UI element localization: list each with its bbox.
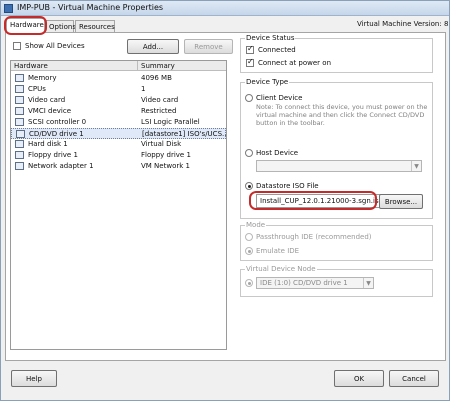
device-status-group: Device Status Connected Connect at power… <box>240 34 433 73</box>
title-bar[interactable]: IMP-PUB - Virtual Machine Properties <box>1 1 449 16</box>
column-header-hardware[interactable]: Hardware <box>14 62 48 70</box>
show-all-devices-checkbox[interactable] <box>13 42 21 50</box>
row-hardware: Floppy drive 1 <box>28 151 78 159</box>
row-hardware: CD/DVD drive 1 <box>29 130 84 138</box>
datastore-iso-radio[interactable] <box>245 182 253 190</box>
device-type-legend: Device Type <box>245 78 290 86</box>
video-card-icon <box>15 96 24 104</box>
device-type-group: Device Type Client Device Note: To conne… <box>240 78 433 219</box>
hard-disk-icon <box>15 140 24 148</box>
row-hardware: VMCI device <box>28 107 71 115</box>
connected-checkbox[interactable] <box>246 44 254 54</box>
passthrough-ide-label: Passthrough IDE (recommended) <box>256 233 372 241</box>
row-hardware: SCSI controller 0 <box>28 118 87 126</box>
row-hardware: CPUs <box>28 85 46 93</box>
row-hardware: Memory <box>28 74 57 82</box>
remove-device-button[interactable]: Remove <box>184 39 233 54</box>
virtual-device-node-group: Virtual Device Node IDE (1:0) CD/DVD dri… <box>240 265 433 297</box>
row-summary: Restricted <box>141 107 177 115</box>
table-row[interactable]: CPUs 1 <box>11 84 226 95</box>
column-header-summary[interactable]: Summary <box>141 62 175 70</box>
cancel-button[interactable]: Cancel <box>389 370 439 387</box>
table-row[interactable]: SCSI controller 0 LSI Logic Parallel <box>11 117 226 128</box>
emulate-ide-radio[interactable] <box>245 247 253 255</box>
row-summary: LSI Logic Parallel <box>141 118 200 126</box>
cpu-icon <box>15 85 24 93</box>
chevron-down-icon: ▼ <box>411 161 421 171</box>
connect-at-power-on-checkbox[interactable] <box>246 57 254 67</box>
row-summary: Video card <box>141 96 179 104</box>
scsi-controller-icon <box>15 118 24 126</box>
column-divider[interactable] <box>137 61 138 71</box>
row-summary: 1 <box>141 85 146 93</box>
row-summary: Floppy drive 1 <box>141 151 191 159</box>
table-row[interactable]: Network adapter 1 VM Network 1 <box>11 161 226 172</box>
table-row[interactable]: Memory 4096 MB <box>11 73 226 84</box>
vm-version-label: Virtual Machine Version: 8 <box>357 20 449 28</box>
client-device-label: Client Device <box>256 94 303 102</box>
ok-button[interactable]: OK <box>334 370 384 387</box>
show-all-devices-label: Show All Devices <box>25 42 85 50</box>
vm-properties-window: IMP-PUB - Virtual Machine Properties Vir… <box>0 0 450 401</box>
datastore-iso-label: Datastore ISO File <box>256 182 319 190</box>
chevron-down-icon: ▼ <box>363 278 373 288</box>
table-row-selected[interactable]: CD/DVD drive 1 [datastore1] ISO's/UCS... <box>11 128 226 139</box>
host-device-label: Host Device <box>256 149 299 157</box>
virtual-device-node-legend: Virtual Device Node <box>245 265 317 273</box>
browse-button[interactable]: Browse... <box>379 194 423 209</box>
floppy-drive-icon <box>15 151 24 159</box>
row-summary: [datastore1] ISO's/UCS... <box>142 130 226 138</box>
connected-label: Connected <box>258 46 296 54</box>
host-device-select[interactable]: ▼ <box>256 160 422 172</box>
memory-icon <box>15 74 24 82</box>
passthrough-ide-radio[interactable] <box>245 233 253 241</box>
virtual-device-node-radio[interactable] <box>245 279 253 287</box>
table-row[interactable]: Floppy drive 1 Floppy drive 1 <box>11 150 226 161</box>
network-adapter-icon <box>15 162 24 170</box>
emulate-ide-label: Emulate IDE <box>256 247 300 255</box>
help-button[interactable]: Help <box>11 370 57 387</box>
cd-dvd-drive-icon <box>16 130 25 138</box>
table-row[interactable]: Hard disk 1 Virtual Disk <box>11 139 226 150</box>
table-row[interactable]: Video card Video card <box>11 95 226 106</box>
datastore-iso-path-field[interactable]: Install_CUP_12.0.1.21000-3.sgn.iso <box>256 194 381 208</box>
connect-at-power-on-label: Connect at power on <box>258 59 332 67</box>
virtual-device-node-select[interactable]: IDE (1:0) CD/DVD drive 1 ▼ <box>256 277 374 289</box>
window-title: IMP-PUB - Virtual Machine Properties <box>17 3 164 12</box>
row-summary: 4096 MB <box>141 74 172 82</box>
vmci-device-icon <box>15 107 24 115</box>
hardware-table-header: Hardware Summary <box>11 61 226 71</box>
vm-app-icon <box>4 4 13 13</box>
hardware-table: Hardware Summary Memory 4096 MB CPUs 1 V… <box>10 60 227 350</box>
row-hardware: Network adapter 1 <box>28 162 94 170</box>
row-hardware: Hard disk 1 <box>28 140 68 148</box>
mode-legend: Mode <box>245 221 267 229</box>
row-summary: VM Network 1 <box>141 162 190 170</box>
row-hardware: Video card <box>28 96 66 104</box>
client-device-radio[interactable] <box>245 94 253 102</box>
tab-hardware[interactable]: Hardware <box>6 18 45 33</box>
client-device-note: Note: To connect this device, you must p… <box>256 103 428 127</box>
device-status-legend: Device Status <box>245 34 296 42</box>
table-row[interactable]: VMCI device Restricted <box>11 106 226 117</box>
virtual-device-node-value: IDE (1:0) CD/DVD drive 1 <box>260 279 348 287</box>
add-device-button[interactable]: Add... <box>127 39 179 54</box>
row-summary: Virtual Disk <box>141 140 182 148</box>
host-device-radio[interactable] <box>245 149 253 157</box>
mode-group: Mode Passthrough IDE (recommended) Emula… <box>240 221 433 261</box>
